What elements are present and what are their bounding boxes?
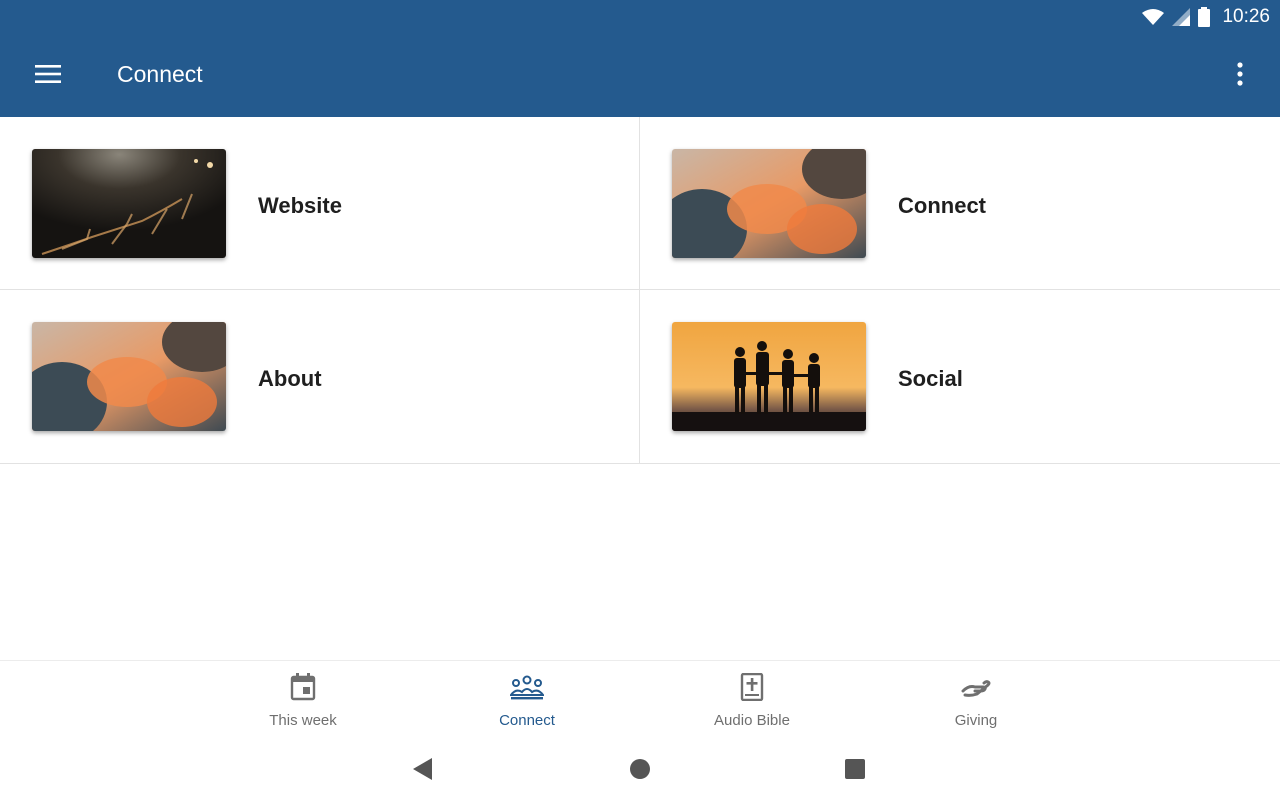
connect-tiles-grid: Website Connect About Social: [0, 117, 1280, 464]
nav-label: Audio Bible: [714, 712, 790, 729]
system-navigation-bar: [0, 740, 1280, 800]
recents-square-icon: [845, 758, 865, 784]
giving-hand-icon: [961, 673, 991, 706]
people-icon: [509, 673, 545, 706]
bottom-navigation: This week Connect Audio Bible Giving: [0, 660, 1280, 740]
calendar-icon: [290, 673, 316, 706]
hamburger-menu-icon: [35, 64, 61, 88]
tile-label: Social: [898, 366, 963, 391]
nav-label: Giving: [954, 712, 998, 729]
tile-label: Connect: [898, 193, 986, 218]
tile-connect[interactable]: Connect: [640, 117, 1280, 290]
connect-thumbnail: [672, 149, 866, 258]
back-triangle-icon: [413, 757, 433, 785]
recents-button[interactable]: [840, 756, 870, 786]
social-thumbnail: [672, 322, 866, 431]
overflow-menu-button[interactable]: [1224, 56, 1256, 96]
home-button[interactable]: [625, 756, 655, 786]
wifi-icon: [1142, 8, 1165, 26]
app-bar: 10:26 Connect: [0, 0, 1280, 117]
nav-label: Connect: [499, 712, 555, 729]
battery-icon: [1198, 7, 1211, 27]
home-circle-icon: [630, 758, 650, 784]
nav-connect[interactable]: Connect: [457, 673, 597, 733]
status-bar: 10:26: [1142, 0, 1280, 34]
menu-button[interactable]: [24, 56, 72, 96]
tile-label: Website: [258, 193, 342, 218]
tile-website[interactable]: Website: [0, 117, 640, 290]
signal-icon: [1172, 8, 1191, 26]
tile-label: About: [258, 366, 322, 391]
tile-about[interactable]: About: [0, 290, 640, 464]
status-time: 10:26: [1222, 6, 1270, 27]
about-thumbnail: [32, 322, 226, 431]
nav-audio-bible[interactable]: Audio Bible: [682, 672, 822, 733]
nav-giving[interactable]: Giving: [906, 673, 1046, 733]
nav-label: This week: [269, 712, 337, 729]
nav-this-week[interactable]: This week: [233, 673, 373, 733]
bible-icon: [740, 672, 764, 706]
page-title: Connect: [117, 61, 203, 87]
website-thumbnail: [32, 149, 226, 258]
tile-social[interactable]: Social: [640, 290, 1280, 464]
back-button[interactable]: [408, 756, 438, 786]
more-vert-icon: [1237, 61, 1243, 91]
